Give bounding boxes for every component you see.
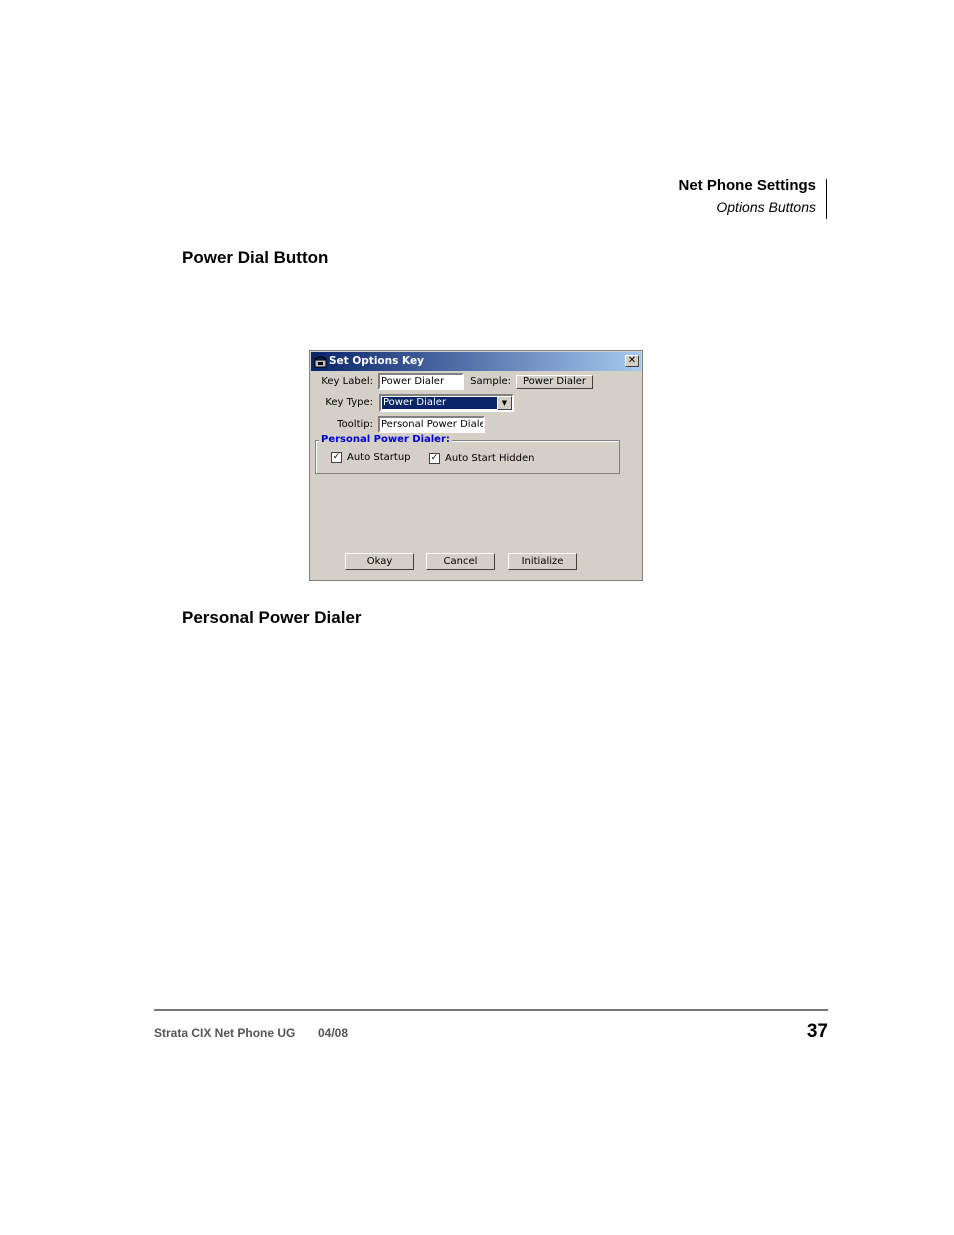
- page-number: 37: [806, 1021, 828, 1042]
- close-icon: ✕: [627, 355, 637, 366]
- dialog-title: Set Options Key: [329, 355, 424, 367]
- key-label-label: Key Label:: [321, 376, 373, 387]
- sample-label: Sample:: [470, 376, 511, 387]
- header-vertical-rule: [826, 179, 827, 219]
- auto-startup-label: Auto Startup: [347, 452, 411, 463]
- tooltip-input[interactable]: Personal Power Dialer: [378, 416, 485, 433]
- auto-startup-checkbox[interactable]: ✓: [331, 452, 342, 463]
- tooltip-label: Tooltip:: [337, 419, 373, 430]
- section-title-personal-power-dialer: Personal Power Dialer: [182, 608, 362, 627]
- personal-power-dialer-group-title: Personal Power Dialer:: [319, 434, 452, 445]
- set-options-key-dialog: Set Options Key ✕ Key Label: Power Diale…: [309, 350, 643, 581]
- okay-button[interactable]: Okay: [345, 553, 414, 570]
- key-type-label: Key Type:: [325, 397, 373, 408]
- phone-icon: [314, 356, 327, 368]
- checkmark-icon: ✓: [430, 453, 439, 463]
- dialog-titlebar[interactable]: Set Options Key ✕: [311, 352, 641, 371]
- key-label-input[interactable]: Power Dialer: [378, 373, 464, 390]
- footer-doc-name: Strata CIX Net Phone UG: [154, 1026, 296, 1040]
- cancel-button[interactable]: Cancel: [426, 553, 495, 570]
- chevron-down-icon[interactable]: ▼: [497, 396, 512, 410]
- running-header-subtitle: Options Buttons: [716, 199, 816, 215]
- checkmark-icon: ✓: [332, 452, 341, 462]
- key-type-select[interactable]: Power Dialer ▼: [379, 394, 514, 412]
- auto-start-hidden-checkbox[interactable]: ✓: [429, 453, 440, 464]
- footer-rule: [154, 1009, 828, 1011]
- running-header-title: Net Phone Settings: [678, 177, 816, 194]
- footer-date: 04/08: [318, 1026, 349, 1040]
- section-title-power-dial-button: Power Dial Button: [182, 248, 329, 267]
- key-type-selected-value: Power Dialer: [382, 397, 499, 409]
- auto-start-hidden-label: Auto Start Hidden: [445, 453, 535, 464]
- sample-preview-button[interactable]: Power Dialer: [516, 375, 593, 389]
- close-button[interactable]: ✕: [625, 355, 639, 367]
- initialize-button[interactable]: Initialize: [508, 553, 577, 570]
